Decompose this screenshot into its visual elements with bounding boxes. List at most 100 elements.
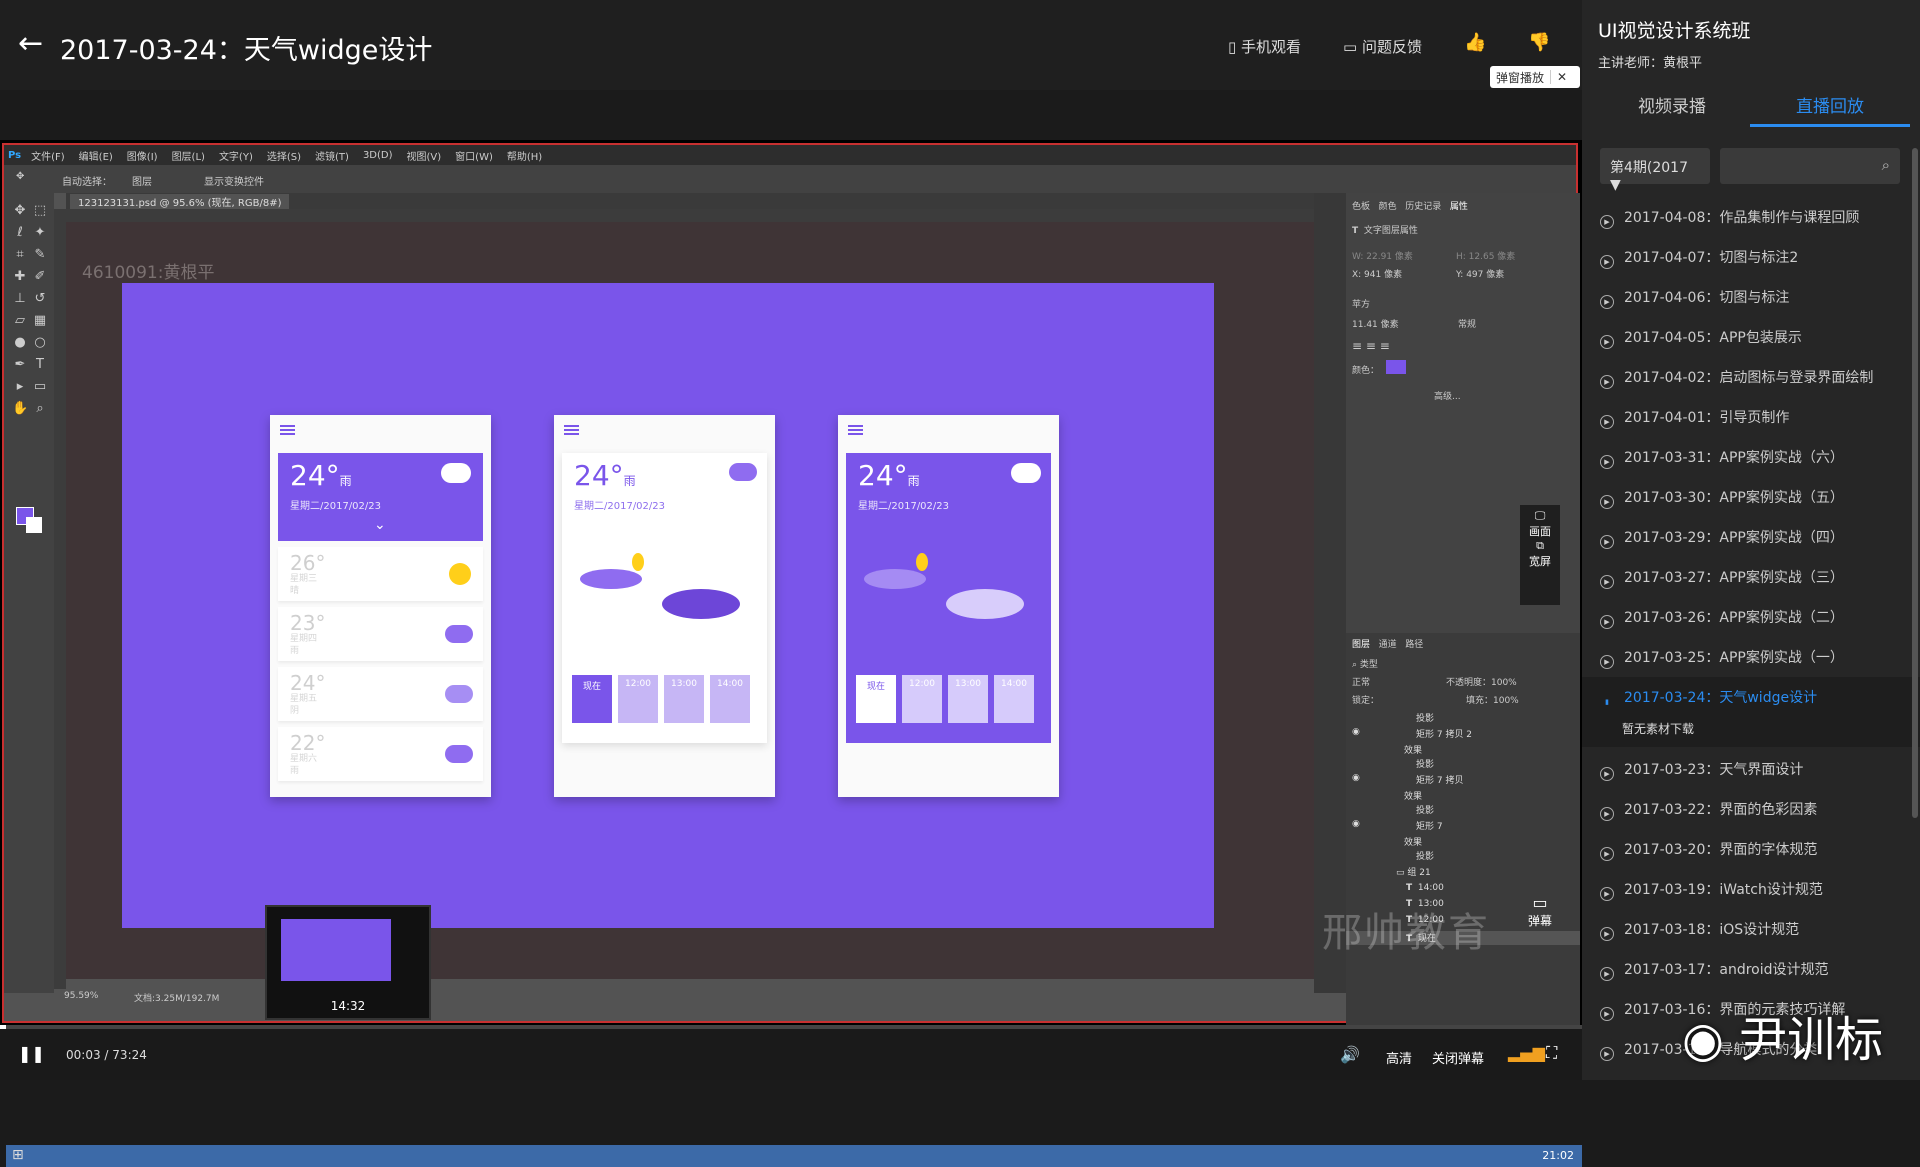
screen-mode-label[interactable]: 画面 [1520,523,1560,539]
blend-mode-select[interactable]: 正常 [1352,675,1370,688]
expanded-date: 星期二/2017/02/23 [858,501,950,512]
layer-row[interactable]: 投影 [1346,803,1580,817]
pen-icon: ✒ [14,357,26,372]
forecast-row: 22° 星期六雨 [278,727,483,781]
episode-item[interactable]: ▶ 2017-04-05：APP包装展示 [1600,318,1905,358]
font-style-select[interactable]: 常规 [1458,317,1476,330]
episode-item[interactable]: ▶ 2017-03-31：APP案例实战（六） [1600,438,1905,478]
episode-item[interactable]: ▶ 2017-03-26：APP案例实战（二） [1600,598,1905,638]
layer-row[interactable]: ◉ 矩形 7 [1346,819,1580,833]
layer-row[interactable]: 投影 [1346,757,1580,771]
panel-tab[interactable]: 色板 [1352,202,1370,212]
danmu-icon: ▭ [1532,893,1548,912]
view-mode-buttons[interactable]: 🖵 画面 ⧉ 宽屏 [1520,505,1560,605]
layer-tab[interactable]: 通道 [1379,640,1397,650]
opacity-field[interactable]: 不透明度：100% [1446,675,1517,688]
panel-tab[interactable]: 颜色 [1379,202,1397,212]
progress-bar[interactable] [0,1025,1582,1029]
episode-item[interactable]: ▶ 2017-03-19：iWatch设计规范 [1600,870,1905,910]
tab-video-recording[interactable]: 视频录播 [1638,92,1706,117]
ps-menu-item: 滤镜(T) [315,151,349,163]
lily-pad [662,589,740,619]
move-icon: ✥ [14,203,26,218]
eyedropper-icon: ✎ [34,247,46,262]
eye-icon[interactable]: ◉ [1352,773,1360,783]
play-circle-icon: ▶ [1600,455,1614,469]
episode-item[interactable]: ▶ 2017-03-22：界面的色彩因素 [1600,790,1905,830]
rain-cloud-icon [729,463,757,481]
quality-button[interactable]: 高清 [1386,1048,1412,1067]
eye-icon[interactable]: ◉ [1352,819,1360,829]
episode-item[interactable]: ▶ 2017-03-18：iOS设计规范 [1600,910,1905,950]
ps-menu-item: 文件(F) [31,151,65,163]
font-family-select[interactable]: 苹方 [1352,297,1370,310]
episode-item[interactable]: ▶ 2017-03-29：APP案例实战（四） [1600,518,1905,558]
search-icon[interactable]: ⌕ [1882,156,1890,174]
fullscreen-icon[interactable]: ⛶ [1546,1043,1557,1063]
mobile-watch-button[interactable]: ▯ 手机观看 [1228,36,1301,57]
episode-label: 2017-03-27：APP案例实战（三） [1624,570,1844,586]
eraser-icon: ▱ [15,313,25,328]
advanced-button[interactable]: 高级... [1434,389,1461,402]
tab-live-replay[interactable]: 直播回放 [1796,92,1864,117]
close-icon[interactable]: ✕ [1550,70,1573,84]
search-input[interactable]: ⌕ [1720,148,1900,184]
volume-icon[interactable]: 🔊 [1340,1045,1360,1064]
layer-row[interactable]: 投影 [1346,711,1580,725]
wide-mode-label[interactable]: 宽屏 [1520,553,1560,569]
episode-item[interactable]: ▶ 2017-03-17：android设计规范 [1600,950,1905,990]
feedback-button[interactable]: ▭ 问题反馈 [1343,36,1422,57]
fill-field[interactable]: 填充：100% [1466,693,1519,706]
episode-item[interactable]: ▶ 2017-03-30：APP案例实战（五） [1600,478,1905,518]
episode-item[interactable]: ▶ 2017-03-20：界面的字体规范 [1600,830,1905,870]
layer-group-row[interactable]: ▭ 组 21 [1346,865,1580,879]
episode-item[interactable]: ▶ 2017-03-27：APP案例实战（三） [1600,558,1905,598]
weather-phone-expanded-light: 24°雨 星期二/2017/02/23 现在 12:00 13:00 14:00 [554,415,775,797]
thumbs-down-icon[interactable]: 👎 [1528,32,1550,53]
text-color-swatch[interactable] [1386,360,1406,374]
layer-row[interactable]: 效果 [1346,835,1580,849]
play-circle-icon: ▶ [1600,375,1614,389]
episode-item[interactable]: ▶ 2017-03-25：APP案例实战（一） [1600,638,1905,678]
episode-item[interactable]: ▶ 2017-04-02：启动图标与登录界面绘制 [1600,358,1905,398]
layer-row[interactable]: 投影 [1346,849,1580,863]
document-tab-bar: 123123131.psd @ 95.6% (现在, RGB/8#) [66,193,1346,209]
panel-tab[interactable]: 属性 [1450,202,1468,212]
pause-icon[interactable]: ❚❚ [18,1044,45,1063]
layer-row[interactable]: ◉ 矩形 7 拷贝 [1346,773,1580,787]
period-select[interactable]: 第4期(2017 ▼ [1600,148,1710,193]
panel-tab[interactable]: 历史记录 [1405,202,1441,212]
popup-play-tooltip[interactable]: 弹窗播放 ✕ [1490,66,1580,88]
font-size-field[interactable]: 11.41 像素 [1352,317,1399,330]
start-icon[interactable]: ⊞ [12,1147,24,1163]
forecast-row: 23° 星期四雨 [278,607,483,661]
play-circle-icon: ▶ [1600,335,1614,349]
layer-row[interactable]: 效果 [1346,789,1580,803]
episode-item[interactable]: ▶ 2017-04-06：切图与标注 [1600,278,1905,318]
back-arrow-icon[interactable]: ← [18,26,43,61]
sidebar-scrollbar[interactable] [1912,148,1918,818]
layer-row[interactable]: ◉ 矩形 7 拷贝 2 [1346,727,1580,741]
popup-play-label[interactable]: 弹窗播放 [1490,69,1550,86]
layer-tab[interactable]: 图层 [1352,640,1370,650]
forecast-row: 24° 星期五阴 [278,667,483,721]
weather-phone-expanded-purple: 24°雨 星期二/2017/02/23 现在 12:00 13:00 14:00 [838,415,1059,797]
rain-cloud-icon [445,745,473,763]
close-danmu-button[interactable]: 关闭弹幕 [1432,1048,1484,1067]
weather-phone-list: 24°雨 星期二/2017/02/23 ⌄ 26° 星期三晴 23° 星期四雨 24… [270,415,491,797]
episode-item[interactable]: ▶ 2017-04-01：引导页制作 [1600,398,1905,438]
layer-tab[interactable]: 路径 [1405,640,1423,650]
episode-item[interactable]: ▶ 2017-04-08：作品集制作与课程回顾 [1600,198,1905,238]
document-tab[interactable]: 123123131.psd @ 95.6% (现在, RGB/8#) [70,194,290,209]
episode-item[interactable]: ▶ 2017-03-23：天气界面设计 [1600,750,1905,790]
layer-filter[interactable]: ⌕ 类型 [1352,657,1378,670]
danmu-toggle[interactable]: ▭ 弹幕 [1528,893,1552,929]
text-align-icons[interactable]: ≡ ≡ ≡ [1352,339,1390,353]
episode-item-active[interactable]: ▮ 2017-03-24：天气widge设计 [1600,678,1905,718]
hamburger-icon [280,425,295,435]
episode-item[interactable]: ▶ 2017-04-07：切图与标注2 [1600,238,1905,278]
layer-row[interactable]: 效果 [1346,743,1580,757]
eye-icon[interactable]: ◉ [1352,727,1360,737]
thumbs-up-icon[interactable]: 👍 [1464,32,1486,53]
play-circle-icon: ▶ [1600,967,1614,981]
